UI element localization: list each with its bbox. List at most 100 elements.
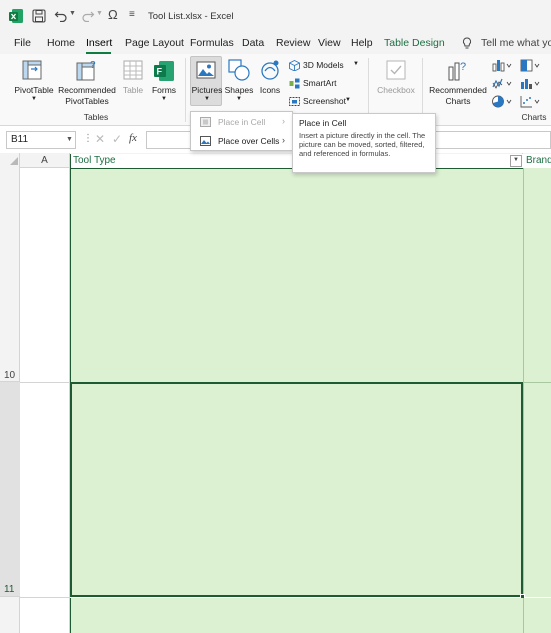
- pictures-button[interactable]: Pictures ▼: [190, 56, 222, 106]
- pictures-dropdown-icon: ▼: [204, 96, 210, 102]
- title-bar: ▼ ▼ Ω ≡ Tool List.xlsx - Excel: [0, 0, 551, 32]
- name-box-dropdown-icon[interactable]: ▼: [66, 136, 73, 143]
- recommended-charts-label-1: Recommended: [429, 85, 487, 95]
- menu-item-place-over-cells[interactable]: Place over Cells ›: [191, 132, 292, 150]
- tooltip-body: Insert a picture directly in the cell. T…: [299, 131, 426, 158]
- name-box[interactable]: B11 ▼: [6, 131, 76, 149]
- 3d-models-button[interactable]: 3D Models ▼: [288, 59, 362, 73]
- row-header-10[interactable]: 10: [0, 168, 20, 382]
- cell-b12[interactable]: [70, 598, 523, 633]
- forms-icon: F: [154, 61, 174, 81]
- tab-view[interactable]: View: [318, 37, 341, 49]
- tab-review[interactable]: Review: [276, 37, 310, 49]
- group-divider: [185, 58, 186, 122]
- row-header-11[interactable]: 11: [0, 382, 20, 597]
- brand-header-text: Brand: [526, 155, 551, 166]
- table-header-brand[interactable]: Brand: [523, 154, 551, 168]
- tab-home[interactable]: Home: [47, 37, 75, 49]
- smartart-icon: [289, 78, 300, 89]
- table-button[interactable]: Table: [120, 56, 146, 106]
- screenshot-label: Screenshot: [303, 96, 346, 106]
- redo-dropdown-icon[interactable]: ▼: [96, 10, 103, 17]
- recommended-pivottables-label-2: PivotTables: [65, 96, 109, 106]
- shapes-button[interactable]: Shapes ▼: [224, 56, 254, 106]
- tab-help[interactable]: Help: [351, 37, 373, 49]
- symbol-omega-icon[interactable]: Ω: [108, 7, 118, 22]
- insert-function-icon[interactable]: fx: [129, 132, 137, 144]
- submenu-arrow-icon: ›: [282, 116, 285, 126]
- pivottable-icon: [22, 60, 42, 80]
- tab-formulas[interactable]: Formulas: [190, 37, 234, 49]
- checkbox-icon: [386, 60, 406, 80]
- checkbox-button[interactable]: Checkbox: [374, 56, 418, 106]
- undo-dropdown-icon[interactable]: ▼: [69, 10, 76, 17]
- place-in-cell-tooltip: Place in Cell Insert a picture directly …: [292, 113, 436, 173]
- recommended-pivottables-label-1: Recommended: [58, 85, 116, 95]
- tab-insert[interactable]: Insert: [86, 37, 112, 49]
- icons-icon: [261, 60, 279, 80]
- table-icon: [123, 60, 143, 80]
- row-gridline: [20, 382, 70, 383]
- scatter-chart-icon[interactable]: [520, 95, 542, 108]
- smartart-button[interactable]: SmartArt: [288, 77, 362, 91]
- tell-me-search[interactable]: Tell me what you: [481, 37, 551, 49]
- select-all-corner[interactable]: [0, 153, 20, 168]
- tooltip-title: Place in Cell: [299, 118, 347, 128]
- cancel-icon[interactable]: ✕: [95, 132, 105, 146]
- place-in-cell-icon: [200, 117, 211, 127]
- line-chart-icon[interactable]: [492, 77, 512, 90]
- statistic-chart-icon[interactable]: [520, 77, 542, 90]
- pivottable-label: PivotTable: [14, 85, 54, 95]
- pivottable-button[interactable]: PivotTable ▼: [8, 56, 54, 106]
- submenu-arrow-icon: ›: [282, 135, 285, 145]
- undo-icon[interactable]: [54, 8, 68, 22]
- formula-bar-grip-icon: ⋮: [83, 133, 93, 144]
- recommended-pivottables-button[interactable]: ? Recommended PivotTables: [57, 56, 117, 106]
- menu-item-place-in-cell[interactable]: Place in Cell ›: [191, 113, 292, 131]
- tab-file[interactable]: File: [14, 37, 31, 49]
- row-gridline: [20, 597, 70, 598]
- place-over-cells-icon: [200, 136, 211, 146]
- shapes-label: Shapes: [224, 85, 254, 95]
- 3d-models-label: 3D Models: [303, 60, 344, 70]
- forms-button[interactable]: F Forms ▼: [149, 56, 179, 106]
- forms-label: Forms: [151, 85, 177, 95]
- name-box-value: B11: [11, 134, 29, 145]
- lightbulb-icon[interactable]: [462, 37, 472, 50]
- tables-group-label: Tables: [83, 112, 109, 122]
- cell-c11[interactable]: [523, 382, 551, 597]
- select-all-triangle-icon: [10, 157, 18, 165]
- worksheet-grid: A 10 11 Tool Type ▼ Brand: [0, 153, 551, 633]
- column-header-a[interactable]: A: [20, 153, 70, 168]
- tab-table-design[interactable]: Table Design: [384, 37, 445, 49]
- enter-checkmark-icon[interactable]: ✓: [112, 132, 122, 146]
- svg-text:F: F: [157, 67, 163, 77]
- screenshot-button[interactable]: Screenshot ▼: [288, 95, 362, 109]
- cell-b11-selected[interactable]: [70, 382, 523, 597]
- cell-b10[interactable]: [70, 168, 523, 382]
- row-number-11: 11: [4, 584, 15, 595]
- place-in-cell-label: Place in Cell: [218, 117, 266, 127]
- column-a-cells[interactable]: [20, 168, 70, 633]
- recommended-charts-icon: ?: [448, 61, 466, 81]
- tab-data[interactable]: Data: [242, 37, 264, 49]
- icons-button[interactable]: Icons: [256, 56, 284, 106]
- recommended-charts-button[interactable]: ? Recommended Charts: [427, 56, 489, 106]
- cell-c10[interactable]: [523, 168, 551, 382]
- cell-c12[interactable]: [523, 598, 551, 633]
- filter-dropdown-button[interactable]: ▼: [510, 155, 522, 167]
- checkbox-label: Checkbox: [377, 85, 415, 95]
- svg-text:?: ?: [90, 60, 96, 71]
- tab-page-layout[interactable]: Page Layout: [125, 37, 184, 49]
- hierarchy-chart-icon[interactable]: [520, 59, 542, 72]
- redo-icon[interactable]: [81, 8, 95, 22]
- column-chart-icon[interactable]: [492, 59, 512, 72]
- smartart-label: SmartArt: [303, 78, 337, 88]
- screenshot-dropdown-icon: ▼: [345, 97, 351, 103]
- customize-toolbar-icon[interactable]: ≡: [129, 9, 135, 20]
- pie-chart-icon[interactable]: [492, 95, 512, 108]
- recommended-charts-label-2: Charts: [445, 96, 471, 106]
- save-icon[interactable]: [32, 9, 46, 23]
- ribbon-tabs: File Home Insert Page Layout Formulas Da…: [0, 32, 551, 54]
- shapes-icon: [228, 59, 250, 81]
